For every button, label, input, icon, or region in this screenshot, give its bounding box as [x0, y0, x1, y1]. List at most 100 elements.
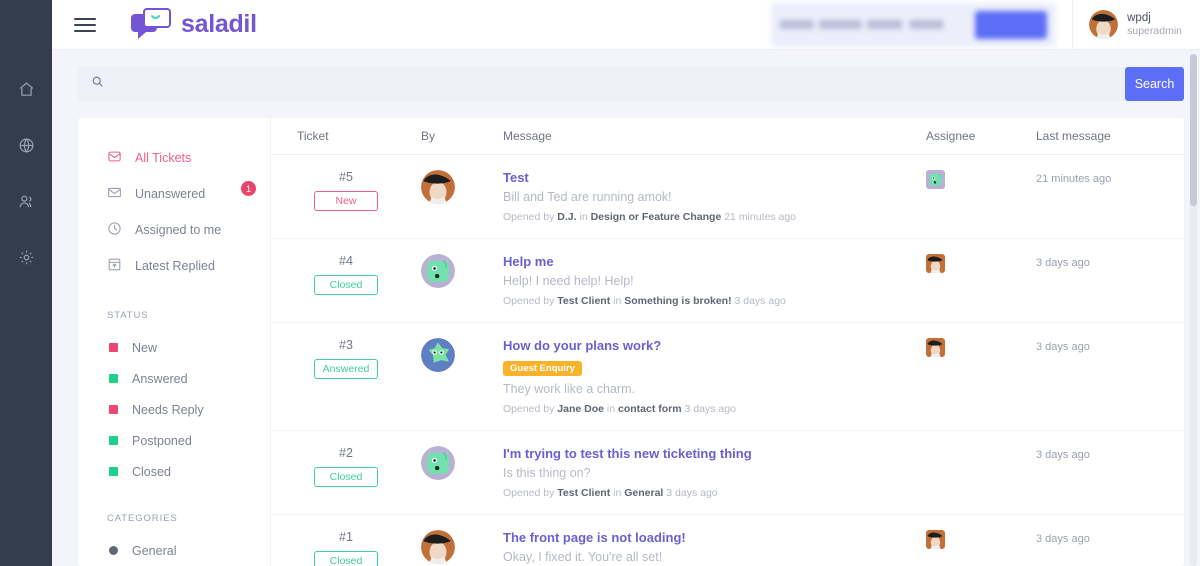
menu-item-all-tickets[interactable]: All Tickets: [78, 140, 270, 176]
globe-icon: [18, 137, 35, 154]
ticket-title-link[interactable]: Test: [503, 170, 910, 185]
meta-time: 3 days ago: [666, 487, 718, 499]
ticket-number: #1: [339, 530, 353, 544]
table-row[interactable]: #5 New Test Bill and Ted are running amo…: [271, 155, 1184, 239]
search-bar: Search: [78, 67, 1184, 101]
home-icon: [18, 81, 35, 98]
rail-item-users[interactable]: [9, 184, 43, 218]
last-message-cell: 3 days ago: [1036, 449, 1090, 461]
ticket-number: #3: [339, 338, 353, 352]
meta-mid: in: [613, 487, 622, 499]
avatar[interactable]: [926, 338, 945, 357]
ticket-cell: #4 Closed: [297, 254, 421, 307]
last-message-cell: 21 minutes ago: [1036, 173, 1112, 185]
user-name: wpdj: [1127, 11, 1151, 24]
scrollbar-thumb[interactable]: [1190, 54, 1197, 206]
avatar: [421, 338, 455, 372]
ticket-meta: Opened by Test Client in General 3 days …: [503, 487, 910, 499]
column-header-last-message: Last message: [1036, 129, 1111, 143]
table-row[interactable]: #3 Answered How do your plans work? Gues…: [271, 323, 1184, 431]
status-label: New: [132, 340, 158, 355]
ticket-title-link[interactable]: Help me: [503, 254, 910, 269]
avatar: [421, 446, 455, 480]
author-cell: [421, 338, 503, 415]
meta-time: 3 days ago: [734, 295, 786, 307]
table-row[interactable]: #1 Closed The front page is not loading!…: [271, 515, 1184, 566]
hamburger-icon[interactable]: [74, 14, 96, 36]
assignee-cell: [926, 338, 1036, 415]
status-swatch: [109, 343, 118, 352]
user-menu[interactable]: wpdj superadmin: [1072, 0, 1200, 49]
tickets-menu: All Tickets Unanswered 1 Assigned to me …: [78, 118, 270, 566]
meta-time: 3 days ago: [684, 403, 736, 415]
ticket-meta: Opened by Test Client in Something is br…: [503, 295, 910, 307]
users-icon: [18, 193, 35, 210]
topbar-right: wpdj superadmin: [771, 0, 1200, 49]
menu-item-label: Latest Replied: [135, 259, 215, 273]
menu-item-latest-replied[interactable]: Latest Replied: [78, 248, 270, 284]
envelope-icon: [107, 185, 122, 203]
status-swatch: [109, 374, 118, 383]
meta-author[interactable]: Test Client: [557, 487, 610, 499]
assignee-cell: [926, 254, 1036, 307]
meta-author[interactable]: Test Client: [557, 295, 610, 307]
meta-category[interactable]: Something is broken!: [624, 295, 731, 307]
search-icon: [91, 75, 104, 93]
search-input[interactable]: [113, 67, 1125, 101]
status-badge[interactable]: Closed: [314, 275, 378, 295]
meta-category[interactable]: General: [624, 487, 663, 499]
meta-author[interactable]: Jane Doe: [557, 403, 604, 415]
avatar[interactable]: [926, 170, 945, 189]
reply-box-icon: [107, 257, 122, 275]
ticket-title-link[interactable]: The front page is not loading!: [503, 530, 910, 545]
brand-logo[interactable]: saladil: [129, 7, 257, 42]
search-field[interactable]: [78, 67, 1125, 101]
rail-item-settings[interactable]: [9, 240, 43, 274]
app-root: saladil wpdj superadmin Search All Ticke…: [0, 0, 1200, 566]
status-item-closed[interactable]: Closed: [78, 456, 270, 487]
rail-item-home[interactable]: [9, 72, 43, 106]
category-item-general[interactable]: General: [78, 535, 270, 566]
status-item-postponed[interactable]: Postponed: [78, 425, 270, 456]
ticket-title-link[interactable]: I'm trying to test this new ticketing th…: [503, 446, 910, 461]
ticket-excerpt: They work like a charm.: [503, 382, 635, 396]
menu-item-unanswered[interactable]: Unanswered 1: [78, 176, 270, 212]
menu-item-label: Unanswered: [135, 187, 206, 201]
promo-button[interactable]: [975, 10, 1048, 39]
ticket-meta: Opened by D.J. in Design or Feature Chan…: [503, 211, 910, 223]
avatar[interactable]: [926, 254, 945, 273]
meta-author[interactable]: D.J.: [557, 211, 576, 223]
status-badge[interactable]: Closed: [314, 551, 378, 566]
ticket-tag: Guest Enquiry: [503, 361, 582, 376]
status-badge[interactable]: Answered: [314, 359, 378, 379]
inbox-icon: [107, 149, 122, 167]
status-swatch: [109, 467, 118, 476]
meta-category[interactable]: Design or Feature Change: [591, 211, 722, 223]
meta-category[interactable]: contact form: [618, 403, 682, 415]
avatar: [421, 530, 455, 564]
scrollbar-track[interactable]: [1190, 54, 1197, 566]
tickets-table: Ticket By Message Assignee Last message …: [270, 118, 1184, 566]
column-header-message: Message: [503, 129, 552, 143]
status-swatch: [109, 405, 118, 414]
rail-item-dashboard[interactable]: [9, 128, 43, 162]
avatar[interactable]: [926, 530, 945, 549]
promo-banner[interactable]: [771, 2, 1057, 47]
ticket-excerpt: Is this thing on?: [503, 466, 591, 480]
status-label: Closed: [132, 464, 171, 479]
status-item-new[interactable]: New: [78, 332, 270, 363]
status-badge[interactable]: New: [314, 191, 378, 211]
table-row[interactable]: #2 Closed I'm trying to test this new ti…: [271, 431, 1184, 515]
category-label: General: [132, 543, 177, 558]
ticket-title-link[interactable]: How do your plans work?: [503, 338, 910, 353]
menu-item-assigned-to-me[interactable]: Assigned to me: [78, 212, 270, 248]
table-row[interactable]: #4 Closed Help me Help! I need help! Hel…: [271, 239, 1184, 323]
ticket-number: #4: [339, 254, 353, 268]
status-badge[interactable]: Closed: [314, 467, 378, 487]
message-cell: Test Bill and Ted are running amok! Open…: [503, 170, 926, 223]
assignee-cell: [926, 530, 1036, 566]
ticket-excerpt: Bill and Ted are running amok!: [503, 190, 672, 204]
search-button[interactable]: Search: [1125, 67, 1184, 101]
status-item-answered[interactable]: Answered: [78, 363, 270, 394]
status-item-needs-reply[interactable]: Needs Reply: [78, 394, 270, 425]
